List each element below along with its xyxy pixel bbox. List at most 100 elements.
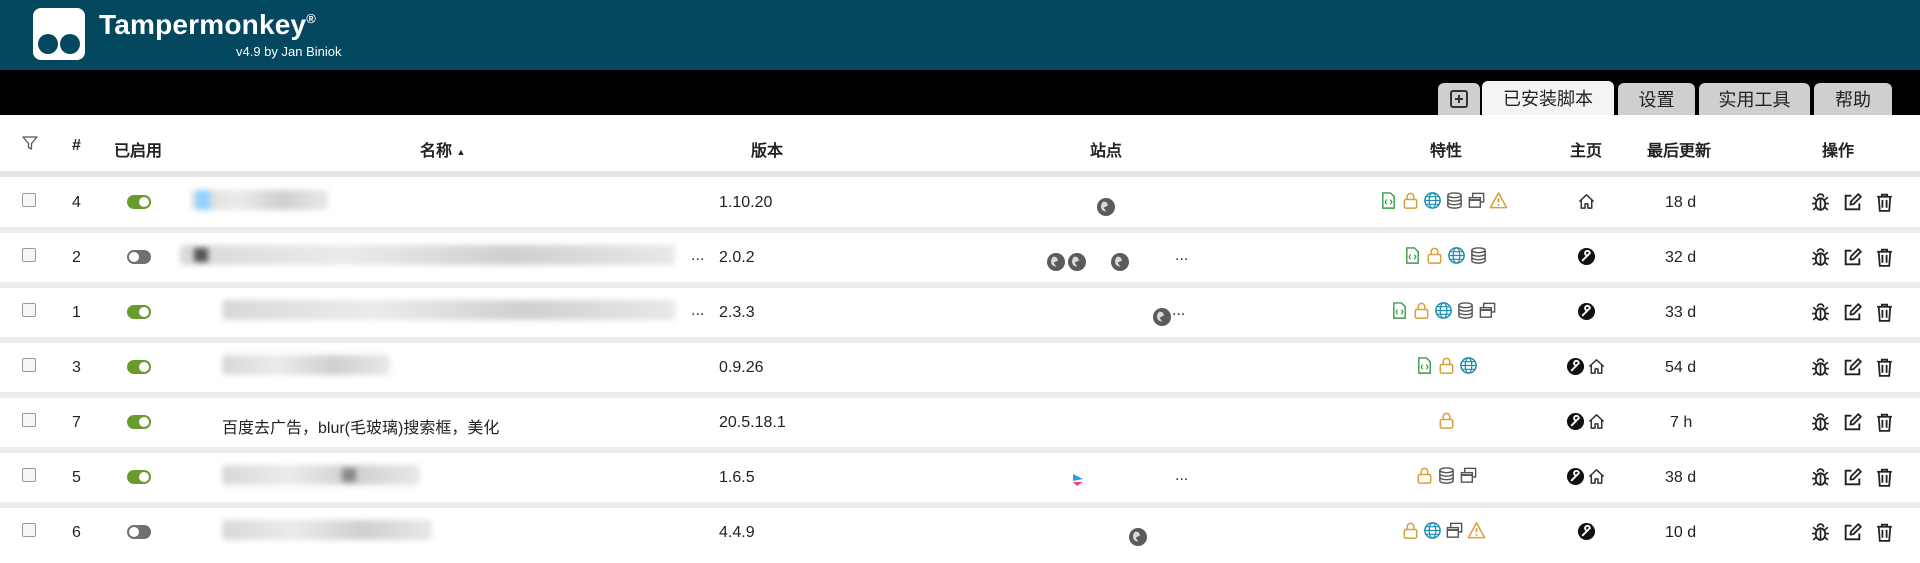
wrench-icon[interactable] [1566,412,1585,431]
row-select-checkbox[interactable] [22,303,36,317]
wrench-icon[interactable] [1577,522,1596,541]
trash-icon[interactable] [1874,302,1895,323]
last-updated: 10 d [1665,524,1697,541]
script-name-redacted[interactable] [180,245,675,265]
row-actions [1810,522,1895,543]
header-sites[interactable]: 站点 [1090,137,1122,161]
trash-icon[interactable] [1874,467,1895,488]
sites-more-ellipsis[interactable]: ... [1172,302,1185,320]
edit-icon[interactable] [1842,247,1863,268]
home-icon[interactable] [1587,412,1606,431]
homepage-group [1577,302,1596,321]
enabled-toggle[interactable] [127,195,151,209]
home-icon[interactable] [1577,192,1596,211]
script-version: 4.4.9 [719,524,755,541]
lock-icon [1437,411,1456,430]
trash-icon[interactable] [1874,412,1895,433]
trash-icon[interactable] [1874,357,1895,378]
sites-more-ellipsis[interactable]: ... [1175,467,1188,485]
row-select-checkbox[interactable] [22,193,36,207]
trash-icon[interactable] [1874,247,1895,268]
header-name[interactable]: 名称 ▲ [420,137,465,161]
tab-settings[interactable]: 设置 [1618,83,1695,115]
bug-icon[interactable] [1810,412,1831,433]
tab-help[interactable]: 帮助 [1814,83,1892,115]
bug-icon[interactable] [1810,247,1831,268]
script-name-redacted[interactable] [222,520,432,540]
script-version: 2.0.2 [719,249,755,266]
features-group [1379,191,1508,210]
app-header: Tampermonkey® v4.9 by Jan Biniok [0,0,1920,70]
table-row: 2 ... 2.0.2 ... 32 d [0,233,1920,288]
new-script-tab[interactable] [1438,83,1480,115]
table-row: 3 0.9.26 54 d [0,343,1920,398]
edit-icon[interactable] [1842,302,1863,323]
database-icon [1456,301,1475,320]
script-name-redacted[interactable] [222,465,420,485]
last-updated: 38 d [1665,469,1697,486]
row-number: 5 [72,469,81,486]
edit-icon[interactable] [1842,357,1863,378]
row-select-checkbox[interactable] [22,468,36,482]
header-homepage[interactable]: 主页 [1570,137,1602,161]
database-icon [1445,191,1464,210]
tab-installed-scripts[interactable]: 已安装脚本 [1482,81,1614,115]
trash-icon[interactable] [1874,192,1895,213]
database-icon [1437,466,1456,485]
site-globe-icon [1047,253,1065,271]
enabled-toggle[interactable] [127,250,151,264]
row-select-checkbox[interactable] [22,248,36,262]
row-select-checkbox[interactable] [22,358,36,372]
header-enabled[interactable]: 已启用 [114,137,162,161]
lock-icon [1412,301,1431,320]
homepage-group [1566,467,1606,486]
enabled-toggle[interactable] [127,415,151,429]
globe-icon [1459,356,1478,375]
row-actions [1810,357,1895,378]
windows-icon [1445,521,1464,540]
trash-icon[interactable] [1874,522,1895,543]
wrench-icon[interactable] [1577,302,1596,321]
bug-icon[interactable] [1810,302,1831,323]
header-number[interactable]: # [72,137,81,155]
enabled-toggle[interactable] [127,470,151,484]
globe-icon [1423,521,1442,540]
enabled-toggle[interactable] [127,525,151,539]
edit-icon[interactable] [1842,192,1863,213]
homepage-group [1577,522,1596,541]
script-name-redacted[interactable] [222,355,390,375]
header-last-updated[interactable]: 最后更新 [1647,137,1711,161]
bug-icon[interactable] [1810,522,1831,543]
globe-icon [1423,191,1442,210]
script-name-redacted[interactable] [192,190,328,210]
wrench-icon[interactable] [1577,247,1596,266]
row-number: 1 [72,304,81,321]
edit-icon[interactable] [1842,412,1863,433]
header-version[interactable]: 版本 [751,137,783,161]
script-name-redacted[interactable] [222,300,675,320]
row-select-checkbox[interactable] [22,523,36,537]
wrench-icon[interactable] [1566,467,1585,486]
script-file-icon [1403,246,1422,265]
filter-icon[interactable] [22,135,38,151]
wrench-icon[interactable] [1566,357,1585,376]
script-name[interactable]: 百度去广告，blur(毛玻璃)搜索框，美化 [222,414,499,438]
enabled-toggle[interactable] [127,305,151,319]
row-select-checkbox[interactable] [22,413,36,427]
bug-icon[interactable] [1810,192,1831,213]
features-group [1415,356,1478,375]
edit-icon[interactable] [1842,467,1863,488]
lock-icon [1401,191,1420,210]
script-file-icon [1379,191,1398,210]
windows-icon [1467,191,1486,210]
table-row: 1 ... 2.3.3 ... 33 d [0,288,1920,343]
home-icon[interactable] [1587,467,1606,486]
bug-icon[interactable] [1810,357,1831,378]
enabled-toggle[interactable] [127,360,151,374]
tab-utilities[interactable]: 实用工具 [1699,83,1810,115]
home-icon[interactable] [1587,357,1606,376]
bug-icon[interactable] [1810,467,1831,488]
header-features[interactable]: 特性 [1430,137,1462,161]
edit-icon[interactable] [1842,522,1863,543]
sites-more-ellipsis[interactable]: ... [1175,247,1188,265]
